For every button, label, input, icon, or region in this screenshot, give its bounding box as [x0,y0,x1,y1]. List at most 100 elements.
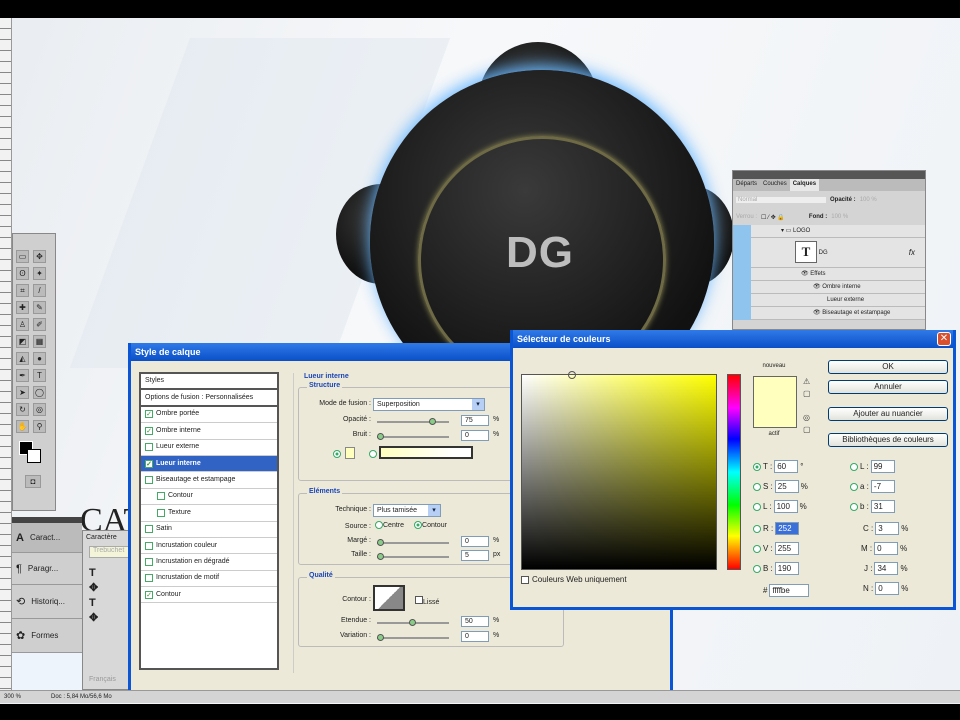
tab-paths[interactable]: Départs [733,179,760,191]
lasso-tool-icon[interactable]: ʘ [16,267,29,280]
web-colors-checkbox[interactable]: Couleurs Web uniquement [521,575,627,584]
contour-picker[interactable] [373,585,405,611]
black-field[interactable]: N :0% [863,582,908,595]
brush-tool-icon[interactable]: ✎ [33,301,46,314]
lock-icons[interactable]: ☐ ⁄ ✥ 🔒 [761,214,785,221]
layer-effects[interactable]: 👁 Effets [751,268,925,281]
style-list-item[interactable]: Texture [141,505,277,522]
zoom-level[interactable]: 300 % [4,694,21,700]
effect-inner-shadow[interactable]: 👁 Ombre interne [751,281,925,294]
size-input[interactable]: 5 [461,550,489,561]
blue-field[interactable]: B :190 [753,562,799,575]
hand-tool-icon[interactable]: ✋ [16,420,29,433]
noise-slider[interactable] [377,433,449,440]
hex-field[interactable]: # ffffbe [763,584,810,597]
yellow-field[interactable]: J :34% [864,562,908,575]
layer-group-logo[interactable]: ▾ ▭ LOGO [751,225,925,238]
checkbox[interactable]: ✓ [145,590,153,599]
style-list-item[interactable]: Options de fusion : Personnalisées [141,390,277,407]
style-list-item[interactable]: ✓ Ombre interne [141,423,277,440]
history-brush-icon[interactable]: ✐ [33,318,46,331]
dock-item-history[interactable]: ⟲ Historiq... [12,585,82,619]
checkbox[interactable]: ✓ [145,426,153,435]
effect-outer-glow[interactable]: Lueur externe [751,294,925,307]
solid-color-radio[interactable] [333,450,341,458]
dock-item-shapes[interactable]: ✿ Formes [12,619,82,653]
style-list-item[interactable]: Incrustation couleur [141,538,277,555]
style-list-item[interactable]: ✓ Lueur interne [141,455,277,473]
jitter-input[interactable]: 0 [461,631,489,642]
type-tool-icon[interactable]: T [33,369,46,382]
color-libraries-button[interactable]: Bibliothèques de couleurs [828,433,948,447]
hue-slider[interactable] [727,374,741,570]
checkbox[interactable]: ✓ [145,459,153,468]
glow-color-swatch[interactable] [345,447,355,459]
cancel-button[interactable]: Annuler [828,380,948,394]
green-field[interactable]: V :255 [753,542,799,555]
healing-brush-icon[interactable]: ✚ [16,301,29,314]
noise-input[interactable]: 0 [461,430,489,441]
dodge-tool-icon[interactable]: ● [33,352,46,365]
style-list-item[interactable]: ✓ Ombre portée [141,407,277,424]
color-field[interactable] [521,371,717,570]
dock-item-paragraph[interactable]: ¶ Paragr... [12,553,82,585]
color-swatches[interactable] [13,439,55,473]
gradient-radio[interactable] [369,450,377,458]
path-select-icon[interactable]: ➤ [16,386,29,399]
3d-camera-icon[interactable]: ◎ [33,403,46,416]
zoom-tool-icon[interactable]: ⚲ [33,420,46,433]
tab-layers[interactable]: Calques [789,179,820,191]
close-button[interactable]: ✕ [937,332,951,346]
dock-item-character[interactable]: A Caract... [12,523,82,553]
range-input[interactable]: 50 [461,616,489,627]
checkbox[interactable]: ✓ [145,410,153,419]
blend-mode-select[interactable]: Normal [736,197,826,203]
checkbox[interactable] [145,574,153,583]
style-list-item[interactable]: ✓ Contour [141,587,277,604]
language-select[interactable]: Français [89,676,116,683]
layer-dg[interactable]: T DG fx [751,238,925,268]
style-list-item[interactable]: Lueur externe [141,440,277,456]
opacity-input[interactable]: 75 [461,415,489,426]
lab-b-field[interactable]: b :31 [850,500,895,513]
size-slider[interactable] [377,553,449,560]
add-to-swatches-button[interactable]: Ajouter au nuancier [828,407,948,421]
checkbox[interactable] [145,525,153,534]
style-list-item[interactable]: Contour [141,489,277,506]
style-list-item[interactable]: Styles [141,374,277,391]
magic-wand-icon[interactable]: ✦ [33,267,46,280]
choke-slider[interactable] [377,539,449,546]
blur-tool-icon[interactable]: ◭ [16,352,29,365]
jitter-slider[interactable] [377,634,449,641]
opacity-slider[interactable] [377,418,449,425]
source-center-radio[interactable]: Centre [375,521,404,529]
pen-tool-icon[interactable]: ✒ [16,369,29,382]
shape-tool-icon[interactable]: ◯ [33,386,46,399]
technique-select[interactable]: Plus tamisée [373,504,441,517]
eraser-tool-icon[interactable]: ◩ [16,335,29,348]
move-tool-icon[interactable]: ✥ [33,250,46,263]
stamp-tool-icon[interactable]: ♙ [16,318,29,331]
brightness-field[interactable]: L :100% [753,500,807,513]
gamut-warning-icons[interactable]: ⚠ ▢ ◎ ▢ [803,376,811,436]
red-field[interactable]: R :252 [753,522,800,535]
tab-channels[interactable]: Couches [760,179,790,191]
checkbox[interactable] [157,508,165,517]
style-list-item[interactable]: Biseautage et estampage [141,472,277,489]
style-list-item[interactable]: Satin [141,522,277,538]
fx-icon[interactable]: fx [909,238,915,268]
ok-button[interactable]: OK [828,360,948,374]
gradient-picker[interactable] [379,446,473,459]
magenta-field[interactable]: M :0% [861,542,907,555]
anti-alias-checkbox[interactable]: Lissé [415,596,439,606]
fill-input[interactable]: 100 % [831,214,848,220]
style-list-item[interactable]: Incrustation en dégradé [141,554,277,571]
checkbox[interactable] [145,443,153,452]
lab-l-field[interactable]: L :99 [850,460,895,473]
range-slider[interactable] [377,619,449,626]
lab-a-field[interactable]: a : -7 [850,480,895,493]
gradient-tool-icon[interactable]: ▦ [33,335,46,348]
saturation-field[interactable]: S :25% [753,480,808,493]
quick-mask-icon[interactable]: ◘ [25,475,41,488]
checkbox[interactable] [145,476,153,485]
